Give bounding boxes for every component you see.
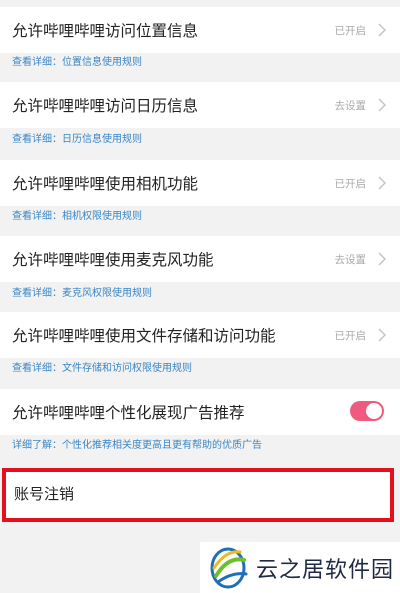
permission-detail-link-camera[interactable]: 查看详细：相机权限使用规则 xyxy=(12,210,142,224)
permission-row-calendar[interactable]: 允许哔哩哔哩访问日历信息 去设置 xyxy=(0,82,400,128)
chevron-right-icon xyxy=(378,98,386,112)
ad-personalization-row: 允许哔哩哔哩个性化展现广告推荐 xyxy=(0,389,400,435)
chevron-right-icon xyxy=(378,176,386,190)
permission-status-microphone: 去设置 xyxy=(334,253,367,266)
permission-title-storage: 允许哔哩哔哩使用文件存储和访问功能 xyxy=(12,327,276,345)
permission-title-location: 允许哔哩哔哩访问位置信息 xyxy=(12,22,199,40)
permission-row-location[interactable]: 允许哔哩哔哩访问位置信息 已开启 xyxy=(0,7,400,53)
permission-row-camera[interactable]: 允许哔哩哔哩使用相机功能 已开启 xyxy=(0,160,400,206)
permission-status-camera: 已开启 xyxy=(334,177,367,190)
chevron-right-icon xyxy=(378,23,386,37)
permission-title-calendar: 允许哔哩哔哩访问日历信息 xyxy=(12,97,199,115)
permission-row-microphone[interactable]: 允许哔哩哔哩使用麦克风功能 去设置 xyxy=(0,236,400,282)
chevron-right-icon xyxy=(378,328,386,342)
ad-personalization-title: 允许哔哩哔哩个性化展现广告推荐 xyxy=(12,404,245,422)
permission-title-camera: 允许哔哩哔哩使用相机功能 xyxy=(12,175,199,193)
watermark-banner: 云之居软件园 xyxy=(200,542,400,593)
permission-detail-link-microphone[interactable]: 查看详细：麦克风权限使用规则 xyxy=(12,287,152,301)
chevron-right-icon xyxy=(378,252,386,266)
permission-detail-link-calendar[interactable]: 查看详细：日历信息使用规则 xyxy=(12,133,142,147)
watermark-text: 云之居软件园 xyxy=(256,557,395,583)
toggle-knob xyxy=(366,403,382,419)
account-cancel-item[interactable]: 账号注销 xyxy=(2,468,394,522)
ad-personalization-detail-link[interactable]: 详细了解：个性化推荐相关度更高且更有帮助的优质广告 xyxy=(12,439,262,453)
permission-detail-link-storage[interactable]: 查看详细：文件存储和访问权限使用规则 xyxy=(12,362,192,376)
account-cancel-label: 账号注销 xyxy=(14,485,75,503)
permission-detail-link-location[interactable]: 查看详细：位置信息使用规则 xyxy=(12,56,142,70)
ad-personalization-toggle[interactable] xyxy=(350,401,384,421)
permission-title-microphone: 允许哔哩哔哩使用麦克风功能 xyxy=(12,251,214,269)
permission-status-calendar: 去设置 xyxy=(334,99,367,112)
permission-row-storage[interactable]: 允许哔哩哔哩使用文件存储和访问功能 已开启 xyxy=(0,312,400,358)
permission-status-storage: 已开启 xyxy=(334,329,367,342)
yunzhiju-logo-icon xyxy=(210,547,248,588)
permission-status-location: 已开启 xyxy=(334,24,367,37)
